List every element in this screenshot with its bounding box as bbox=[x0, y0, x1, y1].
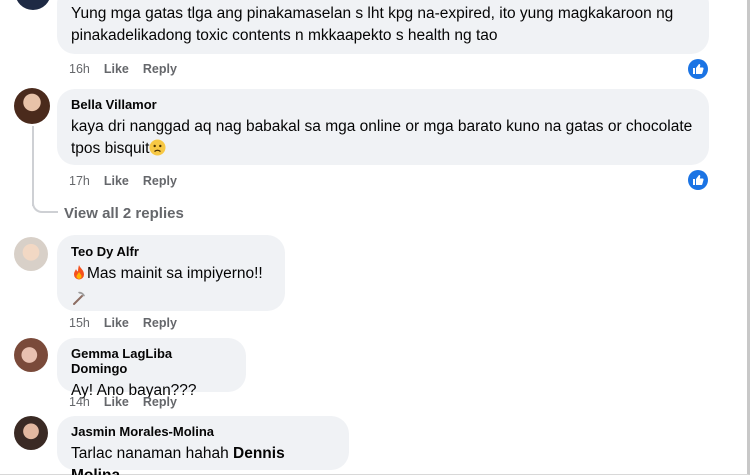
comment-time[interactable]: 14h bbox=[69, 395, 90, 409]
reply-button[interactable]: Reply bbox=[143, 395, 177, 409]
reply-button[interactable]: Reply bbox=[143, 316, 177, 330]
comment-actions: 16h Like Reply bbox=[69, 62, 191, 76]
reply-button[interactable]: Reply bbox=[143, 174, 177, 188]
like-thumb-icon[interactable] bbox=[688, 170, 708, 190]
comment-bubble: Yung mga gatas tlga ang pinakamaselan s … bbox=[57, 0, 709, 54]
comments-panel: Yung mga gatas tlga ang pinakamaselan s … bbox=[0, 0, 750, 475]
comment-actions: 15h Like Reply bbox=[69, 316, 191, 330]
like-button[interactable]: Like bbox=[104, 174, 129, 188]
comment-actions: 14h Like Reply bbox=[69, 395, 191, 409]
comment-text: kaya dri nanggad aq nag babakal sa mga o… bbox=[71, 118, 693, 157]
comment-bubble: Jasmin Morales-Molina Tarlac nanaman hah… bbox=[57, 416, 349, 475]
comment-time[interactable]: 17h bbox=[69, 174, 90, 188]
comment-text: Tarlac nanaman hahah Dennis Molina bbox=[71, 443, 335, 475]
comment-author[interactable]: Gemma LagLiba Domingo bbox=[71, 346, 232, 376]
avatar[interactable] bbox=[14, 416, 48, 450]
comment-author[interactable]: Bella Villamor bbox=[71, 97, 695, 112]
pick-emoji bbox=[73, 291, 85, 305]
avatar[interactable] bbox=[14, 88, 50, 124]
fire-emoji bbox=[74, 265, 84, 280]
like-button[interactable]: Like bbox=[104, 316, 129, 330]
thread-line bbox=[32, 126, 34, 206]
like-thumb-icon[interactable] bbox=[688, 59, 708, 79]
comment-bubble: Bella Villamor kaya dri nanggad aq nag b… bbox=[57, 89, 709, 165]
comment-author[interactable]: Teo Dy Alfr bbox=[71, 244, 271, 259]
thread-connector bbox=[32, 195, 58, 213]
like-button[interactable]: Like bbox=[104, 62, 129, 76]
worried-face-emoji bbox=[149, 139, 166, 156]
comment-actions: 17h Like Reply bbox=[69, 174, 191, 188]
avatar[interactable] bbox=[14, 237, 48, 271]
comment-time[interactable]: 16h bbox=[69, 62, 90, 76]
view-replies-link[interactable]: View all 2 replies bbox=[64, 205, 184, 222]
reply-button[interactable]: Reply bbox=[143, 62, 177, 76]
comment-text: Mas mainit sa impiyerno!! bbox=[71, 263, 271, 285]
comment-time[interactable]: 15h bbox=[69, 316, 90, 330]
comment-author[interactable]: Jasmin Morales-Molina bbox=[71, 424, 335, 439]
avatar[interactable] bbox=[15, 0, 51, 10]
comment-bubble: Gemma LagLiba Domingo Ay! Ano bayan??? bbox=[57, 338, 246, 399]
comment-text: Yung mga gatas tlga ang pinakamaselan s … bbox=[71, 5, 674, 44]
comment-bubble: Teo Dy Alfr Mas mainit sa impiyerno!! bbox=[57, 235, 285, 311]
like-button[interactable]: Like bbox=[104, 395, 129, 409]
avatar[interactable] bbox=[14, 338, 48, 372]
